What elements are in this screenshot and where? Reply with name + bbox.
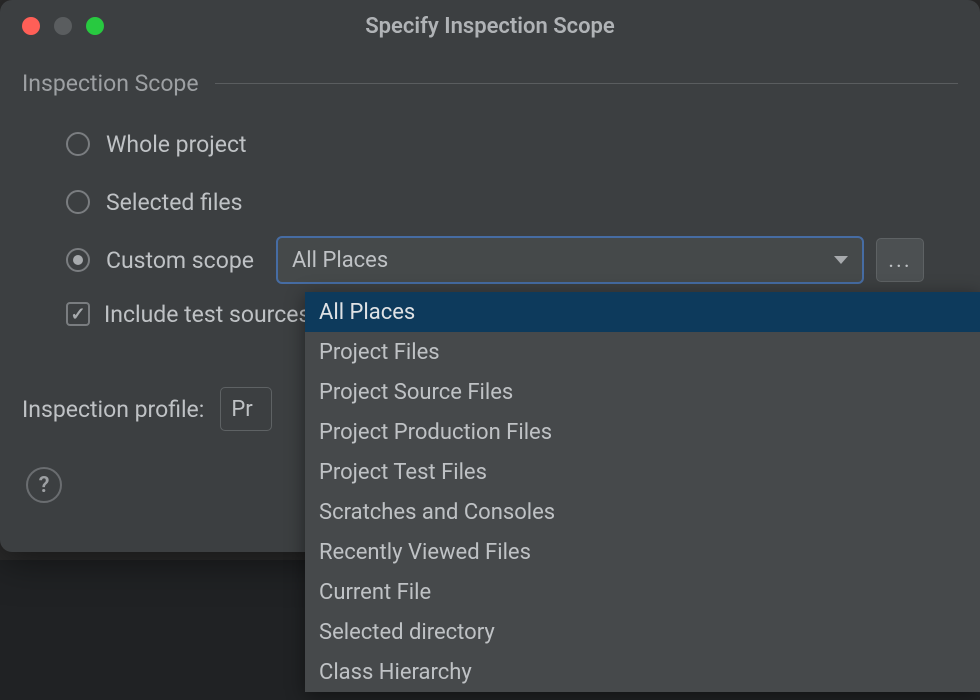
include-test-sources-label: Include test sources	[104, 301, 310, 328]
radio-whole-project-row[interactable]: Whole project	[66, 115, 958, 173]
dropdown-item-project-source-files[interactable]: Project Source Files	[305, 372, 980, 412]
inspection-profile-value: Pr	[231, 397, 252, 422]
dropdown-item-project-files[interactable]: Project Files	[305, 332, 980, 372]
radio-selected-files[interactable]	[66, 190, 90, 214]
radio-whole-project-label: Whole project	[106, 131, 247, 158]
custom-scope-dropdown[interactable]: All Places	[276, 236, 864, 284]
custom-scope-dropdown-list: All Places Project Files Project Source …	[305, 292, 980, 692]
radio-custom-scope[interactable]	[66, 248, 90, 272]
maximize-window-button[interactable]	[86, 17, 104, 35]
help-icon: ?	[39, 473, 50, 498]
section-rule	[215, 83, 958, 84]
radio-custom-scope-label: Custom scope	[106, 247, 254, 274]
radio-selected-files-row[interactable]: Selected files	[66, 173, 958, 231]
scope-radio-group: Whole project Selected files Custom scop…	[22, 115, 958, 289]
radio-whole-project[interactable]	[66, 132, 90, 156]
dropdown-item-scratches-consoles[interactable]: Scratches and Consoles	[305, 492, 980, 532]
include-test-sources-checkbox[interactable]	[66, 302, 90, 326]
minimize-window-button[interactable]	[54, 17, 72, 35]
close-window-button[interactable]	[22, 17, 40, 35]
custom-scope-browse-button[interactable]: ...	[876, 238, 924, 282]
radio-custom-scope-row: Custom scope All Places ...	[66, 231, 958, 289]
inspection-profile-dropdown[interactable]: Pr	[220, 387, 272, 431]
dropdown-item-all-places[interactable]: All Places	[305, 292, 980, 332]
section-header: Inspection Scope	[22, 70, 958, 97]
dropdown-item-selected-directory[interactable]: Selected directory	[305, 612, 980, 652]
chevron-down-icon	[834, 256, 848, 264]
inspection-profile-label: Inspection profile:	[22, 396, 204, 423]
dropdown-item-class-hierarchy[interactable]: Class Hierarchy	[305, 652, 980, 692]
dropdown-item-project-production-files[interactable]: Project Production Files	[305, 412, 980, 452]
radio-selected-files-label: Selected files	[106, 189, 242, 216]
dropdown-item-current-file[interactable]: Current File	[305, 572, 980, 612]
dialog-title: Specify Inspection Scope	[0, 14, 980, 39]
window-controls	[0, 17, 104, 35]
titlebar: Specify Inspection Scope	[0, 0, 980, 52]
custom-scope-dropdown-value: All Places	[292, 248, 834, 273]
dropdown-item-project-test-files[interactable]: Project Test Files	[305, 452, 980, 492]
section-title: Inspection Scope	[22, 70, 199, 97]
help-button[interactable]: ?	[26, 467, 62, 503]
dropdown-item-recently-viewed-files[interactable]: Recently Viewed Files	[305, 532, 980, 572]
